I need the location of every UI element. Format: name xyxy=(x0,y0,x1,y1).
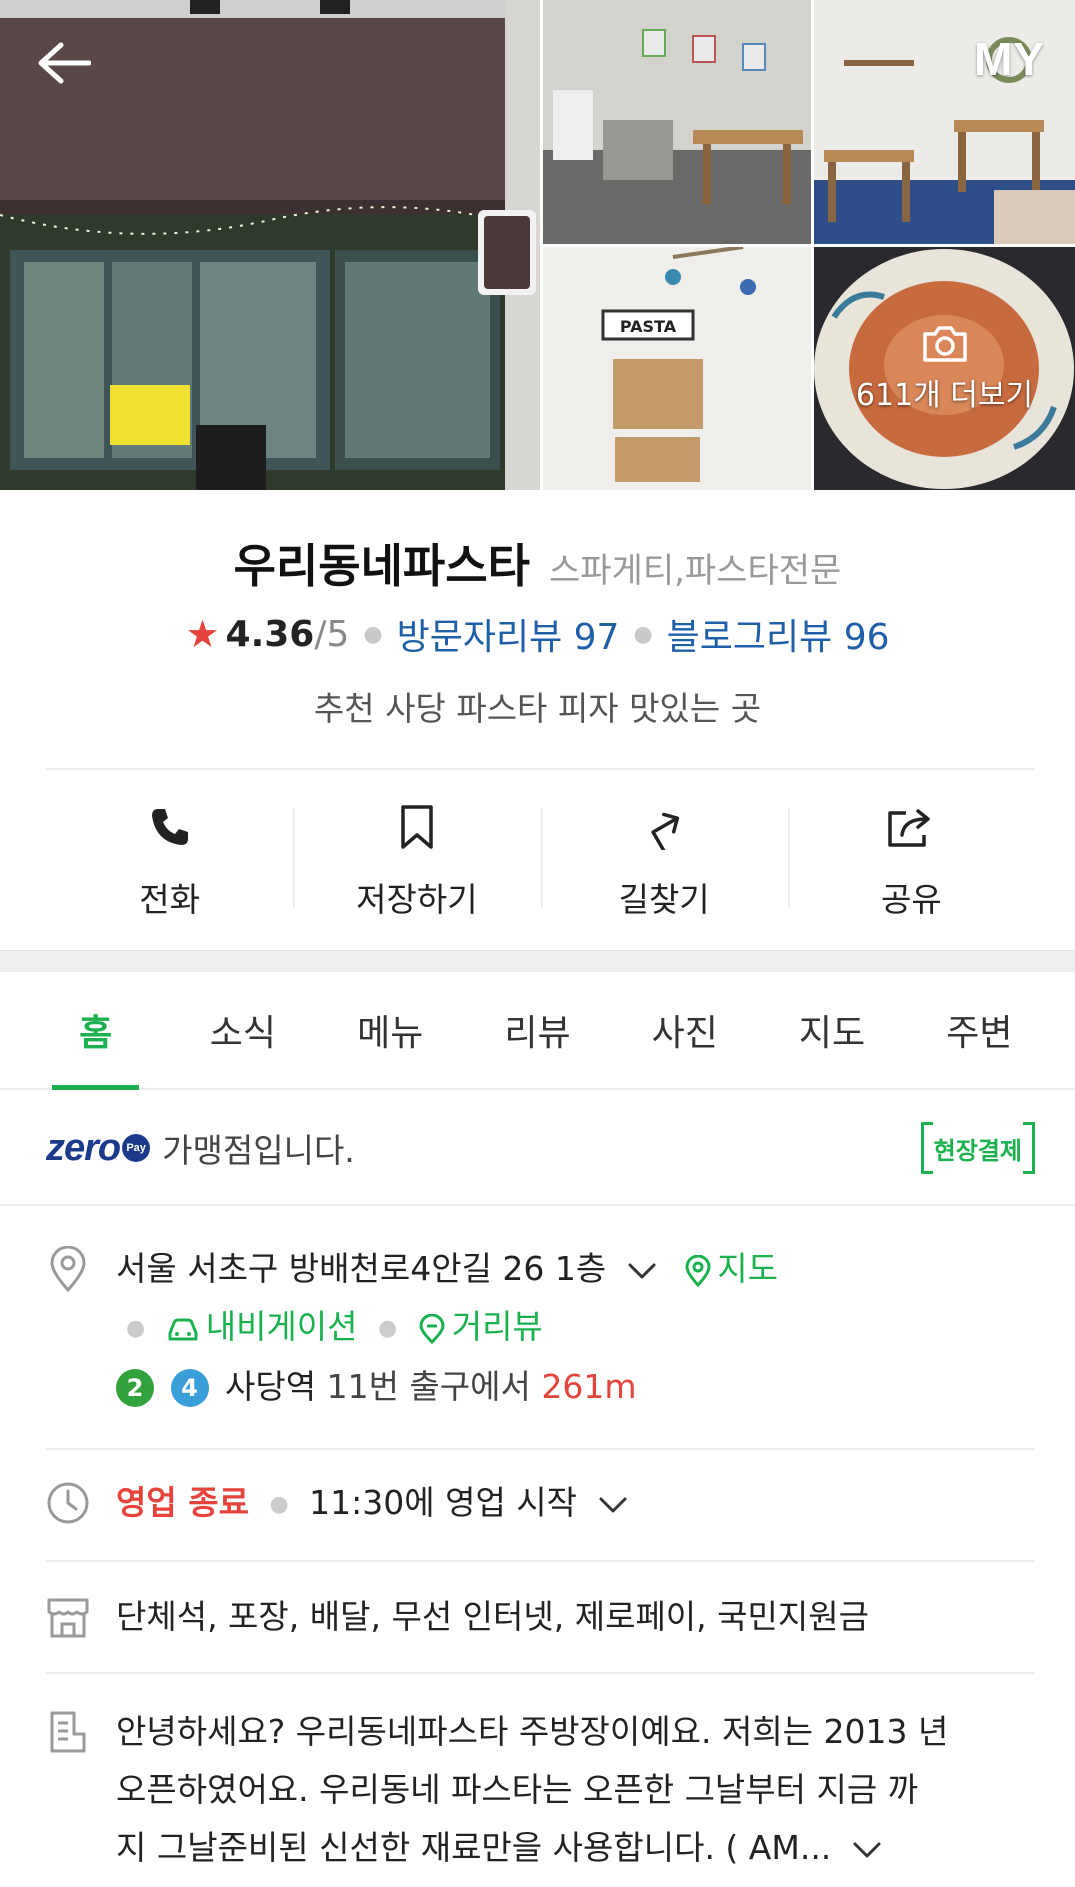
photo-gallery: PASTA MY 611개 더보기 xyxy=(0,0,1075,490)
place-name: 우리동네파스타 xyxy=(233,539,530,593)
location-pin-icon xyxy=(50,1246,86,1292)
share-icon xyxy=(888,809,931,847)
directions-label: 길찾기 xyxy=(618,880,710,919)
map-pin-icon xyxy=(685,1254,711,1287)
address-text: 서울 서초구 방배천로4안길 26 1층 xyxy=(116,1249,607,1288)
share-label: 공유 xyxy=(881,880,942,919)
interior-photo-3[interactable]: PASTA xyxy=(543,247,811,490)
pasta-sign-text: PASTA xyxy=(620,317,677,336)
back-button[interactable] xyxy=(30,30,96,96)
tab-bar: 홈 소식 메뉴 리뷰 사진 지도 주변 xyxy=(0,972,1075,1090)
divider xyxy=(46,1448,1035,1450)
amenities-text: 단체석, 포장, 배달, 무선 인터넷, 제로페이, 국민지원금 xyxy=(116,1597,869,1636)
tab-home[interactable]: 홈 xyxy=(22,972,169,1090)
document-icon xyxy=(50,1711,86,1753)
address-links: ● 내비게이션 ● 거리뷰 xyxy=(116,1298,1035,1358)
map-link[interactable]: 지도 xyxy=(685,1249,778,1288)
zeropay-logo: zero Pay xyxy=(46,1126,151,1170)
navigation-link[interactable]: 내비게이션 xyxy=(166,1307,368,1346)
description-line-3-row: 지 그날준비된 신선한 재료만을 사용합니다. ( AM... xyxy=(116,1819,1035,1877)
address-line: 서울 서초구 방배천로4안길 26 1층 지도 xyxy=(116,1240,1035,1298)
directions-icon xyxy=(651,812,680,850)
star-icon: ★ xyxy=(185,612,220,656)
blog-reviews-link[interactable]: 블로그리뷰 96 xyxy=(667,608,890,660)
save-button[interactable]: 저장하기 xyxy=(293,770,540,950)
business-status: 영업 종료 xyxy=(116,1483,249,1522)
station-distance: 261m xyxy=(541,1366,637,1406)
place-title-row: 우리동네파스타 스파게티,파스타전문 xyxy=(0,530,1075,596)
divider xyxy=(46,1560,1035,1562)
directions-button[interactable]: 길찾기 xyxy=(540,770,788,950)
amenities-section: 단체석, 포장, 배달, 무선 인터넷, 제로페이, 국민지원금 xyxy=(46,1588,1035,1646)
save-label: 저장하기 xyxy=(356,880,478,919)
place-tagline: 추천 사당 파스타 피자 맛있는 곳 xyxy=(313,689,762,728)
subway-line-4-badge: 4 xyxy=(170,1369,209,1407)
bookmark-icon xyxy=(401,805,433,849)
zeropay-pay-mark: Pay xyxy=(122,1134,151,1162)
opening-time: 11:30에 영업 시작 xyxy=(309,1483,578,1522)
street-view-link-label: 거리뷰 xyxy=(451,1307,543,1346)
separator-dot: ● xyxy=(378,1315,398,1341)
tab-news[interactable]: 소식 xyxy=(169,972,316,1088)
call-button[interactable]: 전화 xyxy=(46,770,293,950)
separator-dot: ● xyxy=(269,1491,289,1517)
tab-map[interactable]: 지도 xyxy=(758,972,905,1088)
phone-icon xyxy=(151,809,188,845)
separator-dot: ● xyxy=(126,1315,146,1341)
station-name: 사당역 xyxy=(225,1366,317,1406)
divider xyxy=(0,1204,1075,1206)
rating-row: ★ 4.36 /5 ● 방문자리뷰 97 ● 블로그리뷰 96 xyxy=(0,608,1075,660)
zeropay-text: 가맹점입니다. xyxy=(162,1131,355,1170)
place-category: 스파게티,파스타전문 xyxy=(549,551,842,591)
zeropay-logo-text: zero xyxy=(46,1126,121,1169)
chevron-down-icon[interactable] xyxy=(627,1262,657,1280)
street-view-link[interactable]: 거리뷰 xyxy=(418,1307,543,1346)
section-gap xyxy=(0,950,1075,972)
more-photos-label: 611개 더보기 xyxy=(855,377,1034,413)
call-label: 전화 xyxy=(139,880,200,919)
subway-line-2-badge: 2 xyxy=(116,1369,154,1407)
description-line-3: 지 그날준비된 신선한 재료만을 사용합니다. ( AM... xyxy=(116,1828,832,1867)
chevron-down-icon[interactable] xyxy=(598,1496,628,1514)
tab-menu[interactable]: 메뉴 xyxy=(317,972,464,1088)
chevron-down-icon[interactable] xyxy=(852,1841,882,1859)
separator-dot: ● xyxy=(633,621,653,647)
station-exit: 11번 출구에서 xyxy=(326,1366,531,1406)
divider xyxy=(46,1672,1035,1674)
rating-max: /5 xyxy=(314,613,350,655)
zeropay-row: zero Pay 가맹점입니다. 현장결제 xyxy=(46,1092,1036,1204)
hours-section[interactable]: 영업 종료 ● 11:30에 영업 시작 xyxy=(46,1474,1035,1534)
tab-photos[interactable]: 사진 xyxy=(611,972,758,1088)
share-button[interactable]: 공유 xyxy=(787,770,1035,950)
action-bar: 전화 저장하기 길찾기 공유 xyxy=(46,770,1035,950)
address-section: 서울 서초구 방배천로4안길 26 1층 지도 ● 내비게이션 ● 거리뷰 2 … xyxy=(46,1240,1035,1416)
subway-info: 2 4 사당역 11번 출구에서 261m xyxy=(116,1358,1035,1416)
tab-nearby[interactable]: 주변 xyxy=(906,972,1053,1088)
street-view-icon xyxy=(419,1313,445,1344)
separator-dot: ● xyxy=(363,621,383,647)
description-line-1: 안녕하세요? 우리동네파스타 주방장이예요. 저희는 2013 년 xyxy=(116,1712,949,1751)
more-photos-button[interactable]: 611개 더보기 xyxy=(814,247,1075,490)
store-icon xyxy=(47,1598,89,1638)
map-link-label: 지도 xyxy=(717,1249,778,1288)
tab-reviews[interactable]: 리뷰 xyxy=(464,972,611,1088)
visitor-reviews-link[interactable]: 방문자리뷰 97 xyxy=(397,608,620,660)
onsite-payment-badge: 현장결제 xyxy=(920,1122,1036,1174)
clock-icon xyxy=(47,1482,89,1524)
description-line-2: 오픈하였어요. 우리동네 파스타는 오픈한 그날부터 지금 까 xyxy=(116,1770,919,1809)
car-icon xyxy=(168,1318,198,1340)
navigation-link-label: 내비게이션 xyxy=(205,1307,358,1346)
my-button[interactable]: MY xyxy=(974,32,1045,86)
arrow-left-icon xyxy=(38,42,91,84)
camera-icon xyxy=(922,325,967,362)
description-section[interactable]: 안녕하세요? 우리동네파스타 주방장이예요. 저희는 2013 년 오픈하였어요… xyxy=(46,1703,1035,1877)
interior-photo-1[interactable] xyxy=(543,0,811,244)
rating-score: 4.36 xyxy=(225,613,315,655)
